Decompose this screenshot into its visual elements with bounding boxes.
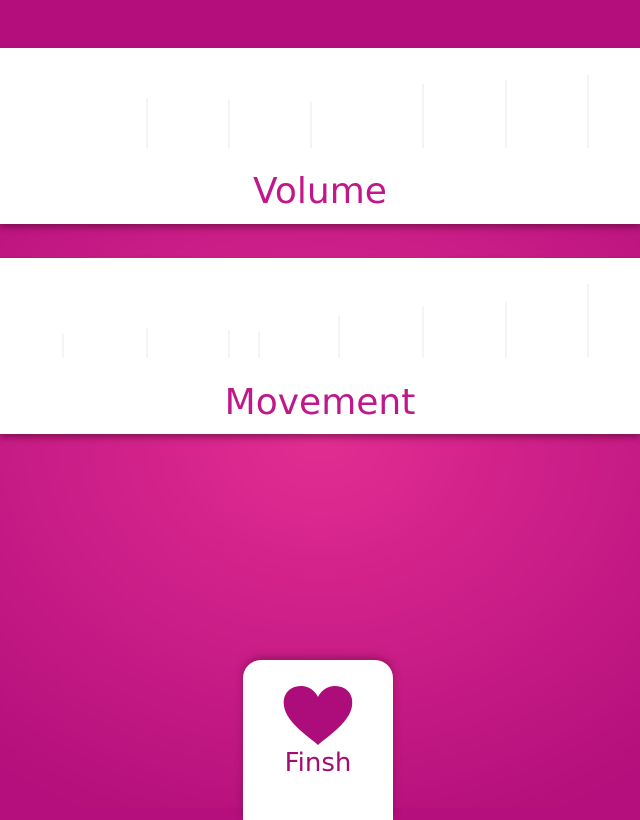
volume-level-bar [505,80,507,148]
volume-level-bar [228,100,230,148]
volume-panel: Volume [0,48,640,224]
volume-level-bar [587,74,589,148]
movement-level-bar [146,328,148,358]
heart-icon [283,686,353,745]
movement-label: Movement [224,382,416,423]
volume-level-bar [422,84,424,148]
volume-level-bars [0,48,640,148]
movement-level-bar [258,332,260,358]
movement-level-bar [587,284,589,358]
volume-level-bar [146,98,148,148]
top-bar [0,0,640,48]
movement-level-bar [505,302,507,358]
finish-button[interactable]: Finsh [243,660,393,820]
volume-level-bar [310,102,312,148]
movement-level-bar [228,330,230,358]
movement-level-bar [62,334,64,358]
movement-panel: Movement [0,258,640,434]
movement-level-bar [422,306,424,358]
movement-level-bar [338,316,340,358]
volume-label: Volume [253,171,387,212]
movement-level-bars [0,258,640,358]
finish-label: Finsh [284,748,352,778]
